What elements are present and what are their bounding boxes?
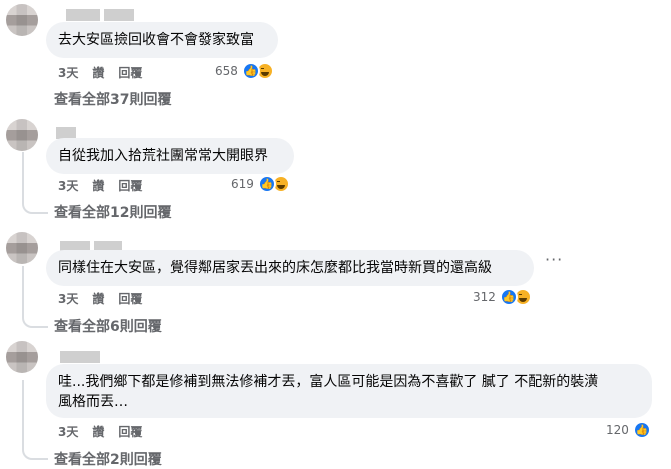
avatar[interactable]	[6, 232, 38, 264]
reaction-summary[interactable]: 658 👍	[215, 62, 274, 80]
commenter-name-blurred[interactable]	[60, 348, 104, 364]
comment-thread: 去大安區撿回收會不會發家致富 3天 讚 回覆 658 👍 查看全部37則回覆 自…	[0, 0, 671, 468]
reply-connector	[22, 38, 36, 96]
reaction-count: 120	[606, 423, 629, 437]
avatar[interactable]	[6, 341, 38, 373]
comment-actions: 3天 讚 回覆	[58, 290, 142, 307]
reaction-count: 658	[215, 64, 238, 78]
reaction-count: 312	[473, 290, 496, 304]
reply-connector	[22, 380, 48, 460]
reply-button[interactable]: 回覆	[118, 290, 142, 307]
comment-bubble: 同樣住在大安區，覺得鄰居家丟出來的床怎麼都比我當時新買的還高級	[46, 250, 534, 286]
reply-connector	[22, 266, 48, 328]
comment-time[interactable]: 3天	[58, 177, 78, 194]
comment-actions: 3天 讚 回覆	[58, 177, 142, 194]
like-reaction-icon: 👍	[241, 62, 260, 80]
comment-text-line: 風格而丟…	[58, 394, 128, 410]
comment-text-line: 哇...我們鄉下都是修補到無法修補才丟，富人區可能是因為不喜歡了 膩了 不配新的…	[58, 374, 599, 390]
avatar[interactable]	[6, 119, 38, 151]
like-button[interactable]: 讚	[92, 64, 104, 81]
reply-button[interactable]: 回覆	[118, 64, 142, 81]
reaction-summary[interactable]: 312 👍	[473, 288, 532, 306]
view-replies-link[interactable]: 查看全部6則回覆	[54, 316, 162, 336]
reply-button[interactable]: 回覆	[118, 177, 142, 194]
like-reaction-icon: 👍	[632, 421, 651, 439]
like-button[interactable]: 讚	[92, 423, 104, 440]
comment-bubble: 自從我加入拾荒社團常常大開眼界	[46, 138, 294, 174]
comment-actions: 3天 讚 回覆	[58, 64, 142, 81]
view-replies-link[interactable]: 查看全部2則回覆	[54, 449, 162, 469]
like-button[interactable]: 讚	[92, 177, 104, 194]
comment-bubble: 去大安區撿回收會不會發家致富	[46, 22, 278, 58]
view-replies-link[interactable]: 查看全部37則回覆	[54, 89, 171, 109]
reply-button[interactable]: 回覆	[118, 423, 142, 440]
comment-time[interactable]: 3天	[58, 423, 78, 440]
comment-time[interactable]: 3天	[58, 64, 78, 81]
comment-time[interactable]: 3天	[58, 290, 78, 307]
reply-connector	[22, 152, 48, 214]
like-reaction-icon: 👍	[499, 288, 518, 306]
comment-text: 同樣住在大安區，覺得鄰居家丟出來的床怎麼都比我當時新買的還高級	[58, 260, 492, 276]
more-options-button[interactable]: ···	[545, 250, 563, 269]
comment-actions: 3天 讚 回覆	[58, 423, 142, 440]
comment-bubble: 哇...我們鄉下都是修補到無法修補才丟，富人區可能是因為不喜歡了 膩了 不配新的…	[46, 364, 652, 418]
reaction-count: 619	[231, 177, 254, 191]
comment-text: 自從我加入拾荒社團常常大開眼界	[58, 148, 268, 164]
like-reaction-icon: 👍	[257, 175, 276, 193]
view-replies-link[interactable]: 查看全部12則回覆	[54, 202, 171, 222]
reaction-summary[interactable]: 619 👍	[231, 175, 290, 193]
comment-text: 去大安區撿回收會不會發家致富	[58, 32, 254, 48]
like-button[interactable]: 讚	[92, 290, 104, 307]
avatar[interactable]	[6, 4, 38, 36]
commenter-name-blurred[interactable]	[66, 6, 138, 22]
reaction-summary[interactable]: 120 👍	[606, 421, 651, 439]
